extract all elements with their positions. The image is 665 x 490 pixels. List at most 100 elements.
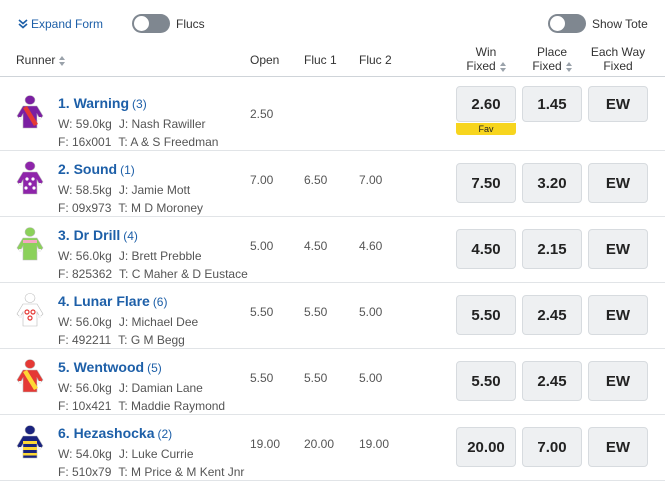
runner-name[interactable]: 6. Hezashocka (2) [58, 425, 172, 441]
fluc1-price: 20.00 [304, 437, 335, 451]
runner-row: 1. Warning (3) W: 59.0kg J: Nash Rawiller … [0, 84, 665, 151]
barrier-number: (4) [123, 229, 138, 243]
runner-meta-line2: F: 510x79 T: M Price & M Kent Jnr [58, 465, 251, 479]
place-fixed-column-header[interactable]: Place Fixed [522, 45, 582, 73]
runner-row: 3. Dr Drill (4) W: 56.0kg J: Brett Prebble… [0, 216, 665, 283]
toggle-knob [550, 16, 565, 31]
fluc2-price: 7.00 [359, 173, 383, 187]
each-way-button[interactable]: EW [588, 86, 648, 122]
open-price: 5.50 [250, 371, 274, 385]
fluc1-price: 6.50 [304, 173, 328, 187]
runner-weight: W: 56.0kg [58, 249, 112, 263]
runner-row: 6. Hezashocka (2) W: 54.0kg J: Luke Currie… [0, 414, 665, 481]
runner-header-label: Runner [16, 53, 56, 67]
runner-name-text: 2. Sound [58, 161, 118, 177]
runner-meta-line1: W: 56.0kg J: Michael Dee [58, 315, 205, 329]
runner-column-header[interactable]: Runner [16, 53, 66, 67]
show-tote-toggle-group: Show Tote [548, 14, 648, 33]
runner-jockey: J: Damian Lane [118, 381, 203, 395]
win-fixed-odds-button[interactable]: 2.60 [456, 86, 516, 122]
runner-name-text: 4. Lunar Flare [58, 293, 150, 309]
runner-meta-line2: F: 09x973 T: M D Moroney [58, 201, 210, 215]
toggle-knob [134, 16, 149, 31]
runner-name-text: 5. Wentwood [58, 359, 145, 375]
runner-row: 5. Wentwood (5) W: 56.0kg J: Damian Lane F… [0, 348, 665, 415]
each-way-button[interactable]: EW [588, 163, 648, 203]
runner-name[interactable]: 2. Sound (1) [58, 161, 135, 177]
win-header-line2: Fixed [466, 59, 496, 73]
each-way-column-header: Each Way Fixed [587, 45, 649, 73]
win-fixed-odds-button[interactable]: 7.50 [456, 163, 516, 203]
jockey-silk-navy-yellow-hoops-icon [14, 424, 46, 464]
barrier-number: (6) [152, 295, 168, 309]
show-tote-toggle[interactable] [548, 14, 586, 33]
ew-header-line2: Fixed [603, 59, 633, 73]
jockey-silk-purple-stars-icon [14, 160, 46, 200]
barrier-number: (3) [132, 97, 147, 111]
each-way-button[interactable]: EW [588, 361, 648, 401]
runner-jockey: J: Luke Currie [118, 447, 194, 461]
place-fixed-odds-button[interactable]: 2.15 [522, 229, 582, 269]
place-fixed-odds-button[interactable]: 2.45 [522, 361, 582, 401]
place-header-line2: Fixed [532, 59, 562, 73]
runner-trainer: T: M D Moroney [118, 201, 204, 215]
table-header: Runner Open Fluc 1 Fluc 2 Win Fixed Plac… [0, 43, 665, 77]
win-fixed-odds-button[interactable]: 5.50 [456, 295, 516, 335]
place-fixed-odds-button[interactable]: 7.00 [522, 427, 582, 467]
fluc1-price: 5.50 [304, 305, 328, 319]
fluc2-price: 5.00 [359, 371, 383, 385]
flucs-label: Flucs [176, 16, 205, 31]
runner-row: 4. Lunar Flare (6) W: 56.0kg J: Michael De… [0, 282, 665, 349]
runner-jockey: J: Michael Dee [118, 315, 199, 329]
place-fixed-odds-button[interactable]: 2.45 [522, 295, 582, 335]
runner-form: F: 510x79 [58, 465, 112, 479]
runner-form: F: 10x421 [58, 399, 112, 413]
runner-name[interactable]: 5. Wentwood (5) [58, 359, 162, 375]
place-fixed-odds-button[interactable]: 3.20 [522, 163, 582, 203]
each-way-button[interactable]: EW [588, 427, 648, 467]
flucs-toggle-group: Flucs [132, 14, 205, 33]
runner-form: F: 492211 [58, 333, 112, 347]
win-fixed-odds-button[interactable]: 5.50 [456, 361, 516, 401]
runner-meta-line2: F: 825362 T: C Maher & D Eustace [58, 267, 255, 281]
win-fixed-column-header[interactable]: Win Fixed [456, 45, 516, 73]
runner-name[interactable]: 1. Warning (3) [58, 95, 147, 111]
open-price: 5.50 [250, 305, 274, 319]
fluc1-price: 5.50 [304, 371, 328, 385]
runner-form: F: 825362 [58, 267, 113, 281]
runner-weight: W: 59.0kg [58, 117, 112, 131]
ew-header-line1: Each Way [590, 45, 646, 59]
fluc2-price: 5.00 [359, 305, 383, 319]
runner-form: F: 09x973 [58, 201, 112, 215]
jockey-silk-green-icon [14, 226, 46, 266]
expand-form-button[interactable]: Expand Form [18, 17, 103, 31]
runner-trainer: T: M Price & M Kent Jnr [118, 465, 245, 479]
runner-weight: W: 56.0kg [58, 381, 112, 395]
win-fixed-odds-button[interactable]: 20.00 [456, 427, 516, 467]
double-chevron-down-icon [18, 19, 28, 29]
each-way-button[interactable]: EW [588, 229, 648, 269]
expand-form-label: Expand Form [31, 17, 104, 31]
each-way-button[interactable]: EW [588, 295, 648, 335]
runner-meta-line2: F: 10x421 T: Maddie Raymond [58, 399, 232, 413]
place-fixed-odds-button[interactable]: 1.45 [522, 86, 582, 122]
runner-trainer: T: A & S Freedman [118, 135, 219, 149]
open-price: 2.50 [250, 107, 274, 121]
runner-name-text: 6. Hezashocka [58, 425, 155, 441]
jockey-silk-purple-red-sash-icon [14, 94, 46, 134]
runner-weight: W: 58.5kg [58, 183, 112, 197]
open-price: 5.00 [250, 239, 274, 253]
runner-meta-line2: F: 492211 T: G M Begg [58, 333, 192, 347]
runner-trainer: T: G M Begg [118, 333, 185, 347]
runner-name-text: 1. Warning [58, 95, 130, 111]
favourite-badge: Fav [456, 123, 516, 135]
flucs-toggle[interactable] [132, 14, 170, 33]
open-price: 7.00 [250, 173, 274, 187]
runner-name-text: 3. Dr Drill [58, 227, 121, 243]
sort-icon [499, 61, 506, 72]
win-fixed-odds-button[interactable]: 4.50 [456, 229, 516, 269]
runner-name[interactable]: 3. Dr Drill (4) [58, 227, 138, 243]
runner-weight: W: 54.0kg [58, 447, 112, 461]
runner-name[interactable]: 4. Lunar Flare (6) [58, 293, 167, 309]
open-column-header: Open [250, 53, 280, 67]
